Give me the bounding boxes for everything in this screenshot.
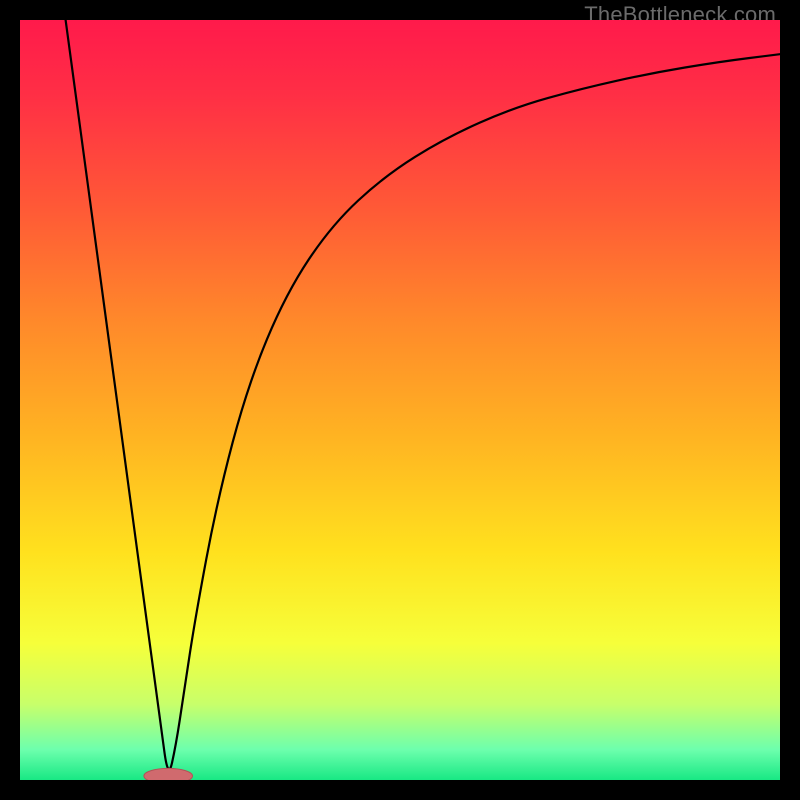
chart-background	[20, 20, 780, 780]
chart-frame	[20, 20, 780, 780]
min-marker	[144, 768, 193, 780]
bottleneck-chart	[20, 20, 780, 780]
